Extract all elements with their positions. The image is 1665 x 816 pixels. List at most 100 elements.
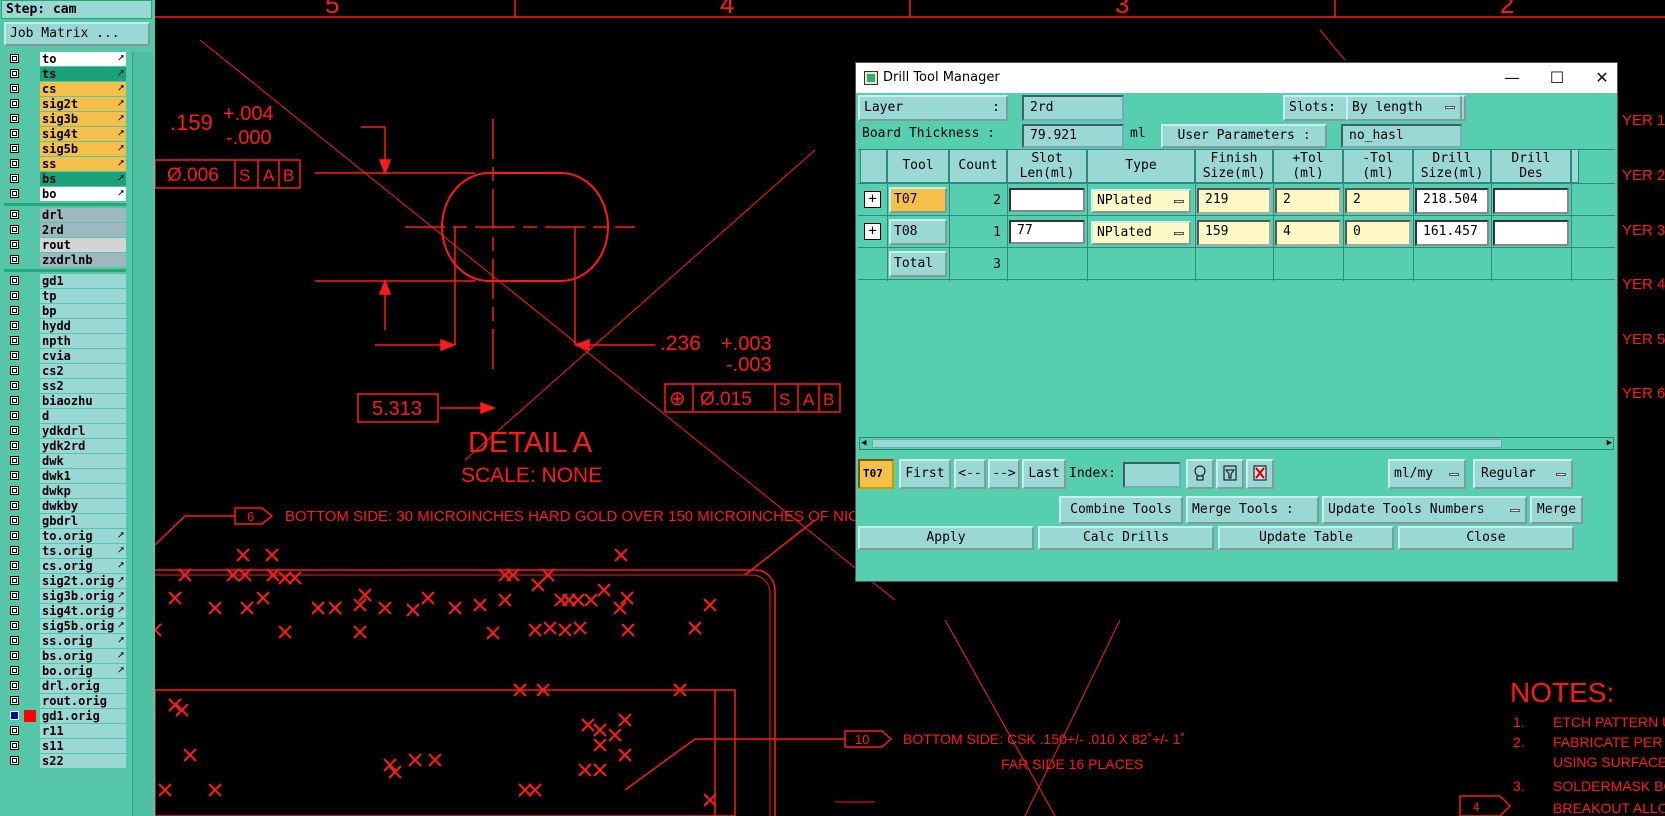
calc-drills-button[interactable]: Calc Drills (1038, 526, 1214, 550)
layer-checkbox[interactable] (10, 741, 19, 750)
merge-option-dropdown[interactable]: Update Tools Numbers (1322, 496, 1527, 524)
layer-row[interactable]: sig3b.orig ⭧ (4, 589, 126, 604)
layer-name[interactable]: sig5b.orig ⭧ (40, 619, 126, 633)
layer-row[interactable]: s11 (4, 739, 126, 754)
finish-size-field[interactable]: 159 (1197, 220, 1271, 246)
layer-row[interactable]: cs2 (4, 364, 126, 379)
layer-row[interactable]: ts.orig ⭧ (4, 544, 126, 559)
column-header[interactable]: Slot Len(ml) (1007, 149, 1087, 183)
layer-row[interactable]: sig3b ⭧ (4, 112, 126, 127)
layer-checkbox[interactable] (10, 531, 19, 540)
layer-row[interactable]: sig2t ⭧ (4, 97, 126, 112)
layer-row[interactable]: cs.orig ⭧ (4, 559, 126, 574)
layer-checkbox[interactable] (10, 321, 19, 330)
layer-name[interactable]: sig4t ⭧ (40, 127, 126, 141)
layer-checkbox[interactable] (10, 366, 19, 375)
update-table-button[interactable]: Update Table (1218, 526, 1394, 550)
layer-checkbox[interactable] (10, 54, 19, 63)
layer-name[interactable]: drl (40, 208, 126, 222)
layer-name[interactable]: s22 (40, 754, 126, 768)
next-button[interactable]: --> (988, 459, 1020, 489)
layer-name[interactable]: bs.orig ⭧ (40, 649, 126, 663)
layer-checkbox[interactable] (10, 726, 19, 735)
layer-name[interactable]: npth (40, 334, 126, 348)
layer-name[interactable]: cs.orig ⭧ (40, 559, 126, 573)
layer-row[interactable]: bo.orig ⭧ (4, 664, 126, 679)
drill-size-field[interactable]: 161.457 (1415, 220, 1489, 246)
drill-des-field[interactable] (1493, 188, 1569, 214)
slot-length-field[interactable] (1009, 188, 1085, 212)
layer-checkbox[interactable] (10, 441, 19, 450)
layer-name[interactable]: s11 (40, 739, 126, 753)
job-matrix-button[interactable]: Job Matrix ... (4, 22, 150, 46)
layer-checkbox[interactable] (10, 336, 19, 345)
layer-checkbox[interactable] (10, 456, 19, 465)
layer-checkbox[interactable] (10, 174, 19, 183)
layer-name[interactable]: dwk1 (40, 469, 126, 483)
column-header[interactable]: Tool (887, 149, 949, 183)
layer-checkbox[interactable] (10, 210, 19, 219)
column-header[interactable]: Count (949, 149, 1007, 183)
layer-checkbox[interactable] (10, 606, 19, 615)
layer-checkbox[interactable] (10, 681, 19, 690)
layer-checkbox[interactable] (10, 651, 19, 660)
layer-name[interactable]: ydk2rd (40, 439, 126, 453)
minus-tol-field[interactable]: 2 (1345, 188, 1411, 214)
layer-list-scrollbar[interactable] (132, 52, 153, 816)
layer-name[interactable]: sig3b.orig ⭧ (40, 589, 126, 603)
layer-name[interactable]: dwk (40, 454, 126, 468)
layer-name[interactable]: cs ⭧ (40, 82, 126, 96)
layer-checkbox[interactable] (10, 666, 19, 675)
layer-checkbox[interactable] (10, 129, 19, 138)
filter-icon[interactable] (1216, 459, 1244, 489)
layer-name[interactable]: bs ⭧ (40, 172, 126, 186)
layer-row[interactable]: sig5b.orig ⭧ (4, 619, 126, 634)
layer-checkbox[interactable] (10, 225, 19, 234)
layer-row[interactable]: 2rd (4, 223, 126, 238)
layer-checkbox[interactable] (10, 516, 19, 525)
drill-des-field[interactable] (1493, 220, 1569, 246)
layer-row[interactable]: s22 (4, 754, 126, 769)
drill-size-field[interactable]: 218.504 (1415, 188, 1489, 214)
layer-name[interactable]: 2rd (40, 223, 126, 237)
layer-checkbox[interactable] (10, 711, 19, 720)
prev-button[interactable]: <-- (954, 459, 986, 489)
layer-row[interactable]: gbdrl (4, 514, 126, 529)
layer-name[interactable]: hydd (40, 319, 126, 333)
layer-row[interactable]: dwkby (4, 499, 126, 514)
mode-dropdown[interactable]: Regular (1473, 459, 1573, 489)
apply-button[interactable]: Apply (858, 526, 1034, 550)
layer-name[interactable]: gbdrl (40, 514, 126, 528)
finish-size-field[interactable]: 219 (1197, 188, 1271, 214)
layer-row[interactable]: biaozhu (4, 394, 126, 409)
type-dropdown[interactable]: NPlated (1091, 189, 1191, 213)
layer-name[interactable]: bo ⭧ (40, 187, 126, 201)
layer-checkbox[interactable] (10, 189, 19, 198)
layer-checkbox[interactable] (10, 276, 19, 285)
layer-name[interactable]: dwkp (40, 484, 126, 498)
merge-button[interactable]: Merge (1530, 496, 1583, 524)
layer-name[interactable]: dwkby (40, 499, 126, 513)
layer-name[interactable]: tp (40, 289, 126, 303)
layer-name[interactable]: zxdrlnb (40, 253, 126, 267)
layer-row[interactable]: bo ⭧ (4, 187, 126, 202)
layer-checkbox[interactable] (10, 396, 19, 405)
layer-row[interactable]: npth (4, 334, 126, 349)
layer-row[interactable]: ss2 (4, 379, 126, 394)
layer-checkbox[interactable] (10, 621, 19, 630)
layer-checkbox[interactable] (10, 411, 19, 420)
last-button[interactable]: Last (1022, 459, 1066, 489)
delete-icon[interactable] (1246, 459, 1274, 489)
layer-name[interactable]: gd1 (40, 274, 126, 288)
tool-button[interactable]: T07 (889, 187, 947, 213)
layer-row[interactable]: ydkdrl (4, 424, 126, 439)
layer-checkbox[interactable] (10, 306, 19, 315)
layer-checkbox[interactable] (10, 501, 19, 510)
layer-checkbox[interactable] (10, 159, 19, 168)
layer-name[interactable]: r11 (40, 724, 126, 738)
layer-row[interactable]: to.orig ⭧ (4, 529, 126, 544)
layer-checkbox[interactable] (10, 486, 19, 495)
column-header[interactable]: Drill Size(ml) (1413, 149, 1491, 183)
scroll-right-icon[interactable]: ▶ (1607, 438, 1612, 449)
column-header[interactable]: Drill Des (1491, 149, 1571, 183)
